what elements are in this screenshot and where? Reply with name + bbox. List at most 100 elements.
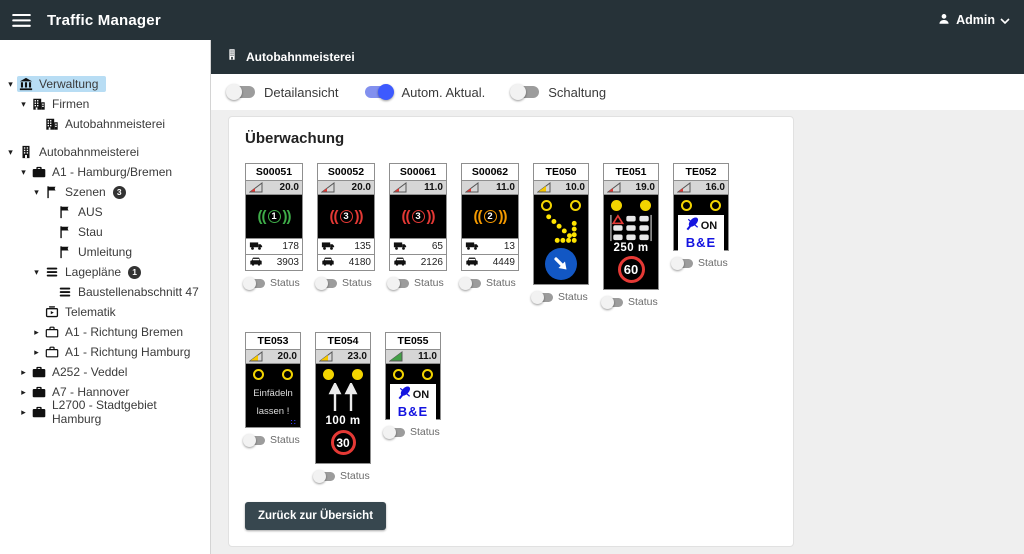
open-lanes-arrows: [325, 383, 361, 413]
layers-icon: [58, 285, 72, 299]
status-toggle[interactable]: [533, 293, 553, 302]
lamp: [352, 369, 363, 380]
tree-expand-arrow[interactable]: ▾: [4, 79, 17, 90]
sidebar-item-a252-veddel[interactable]: ▸ A252 - Veddel: [0, 362, 210, 382]
sign-TE055[interactable]: TE055 11.0 ON B: [385, 332, 441, 438]
tree-expand-arrow[interactable]: ▾: [4, 147, 17, 158]
signal-value: 16.0: [706, 182, 725, 193]
sidebar-item-l2700-stadtgebiet-hamburg[interactable]: ▸ L2700 - Stadtgebiet Hamburg: [0, 402, 210, 422]
tree-expand-arrow[interactable]: ▸: [17, 367, 30, 378]
car-icon: [393, 256, 407, 270]
sidebar-item-a1-richtung-bremen[interactable]: ▸ A1 - Richtung Bremen: [0, 322, 210, 342]
sidebar-item-a1-richtung-hamburg[interactable]: ▸ A1 - Richtung Hamburg: [0, 342, 210, 362]
sidebar-item-stau[interactable]: Stau: [0, 222, 210, 242]
display-text-line1: Einfädeln: [253, 388, 293, 399]
status-label: Status: [342, 277, 372, 289]
signal-strength-icon: [393, 182, 407, 193]
sign-TE050[interactable]: TE050 10.0: [533, 163, 589, 303]
sign-TE052[interactable]: TE052 16.0 ON B: [673, 163, 729, 269]
sidebar-item-szenen[interactable]: ▾ Szenen 3: [0, 182, 210, 202]
toggle-schaltung[interactable]: [512, 86, 539, 98]
lamp: [282, 369, 293, 380]
signal-strength-icon: [249, 351, 263, 362]
sign-display: ((3)): [389, 195, 447, 239]
signal-strength-icon: [677, 182, 691, 193]
truck-count: 135: [354, 241, 371, 252]
sign-TE053[interactable]: TE053 20.0 Einfädeln lassen ! ::: [245, 332, 301, 446]
bank-icon: [19, 77, 33, 91]
status-toggle[interactable]: [245, 436, 265, 445]
flag-icon: [58, 245, 72, 259]
sidebar-item-verwaltung[interactable]: ▾ Verwaltung: [0, 74, 210, 94]
car-count: 3903: [277, 257, 299, 268]
tree-expand-arrow[interactable]: ▸: [30, 347, 43, 358]
sign-id: TE054: [315, 332, 371, 350]
status-toggle[interactable]: [603, 298, 623, 307]
sidebar-item-firmen[interactable]: ▾ Firmen: [0, 94, 210, 114]
status-toggle[interactable]: [389, 279, 409, 288]
tree-expand-arrow[interactable]: ▾: [30, 267, 43, 278]
sign-display: 100 m 30: [315, 364, 371, 464]
sidebar-item-telematik[interactable]: Telematik: [0, 302, 210, 322]
tree-expand-arrow[interactable]: ▾: [17, 99, 30, 110]
signal-strength-icon: [249, 182, 263, 193]
building-icon: [226, 48, 238, 66]
status-toggle[interactable]: [385, 428, 405, 437]
be-panel: ON B&E: [678, 215, 724, 251]
sidebar-item-aus[interactable]: AUS: [0, 202, 210, 222]
briefcase-icon: [32, 365, 46, 379]
sidebar-item-baustellenabschnitt-47[interactable]: Baustellenabschnitt 47: [0, 282, 210, 302]
tab-autobahnmeisterei[interactable]: Autobahnmeisterei: [211, 40, 1024, 74]
menu-icon[interactable]: [12, 14, 31, 27]
sidebar-item-autobahnmeisterei[interactable]: Autobahnmeisterei: [0, 114, 210, 134]
toggle-autom-aktual[interactable]: [365, 86, 392, 98]
radar-graphic: ((1)): [258, 208, 291, 225]
status-toggle[interactable]: [315, 472, 335, 481]
toolbar: Detailansicht Autom. Aktual. Schaltung: [211, 74, 1024, 110]
status-toggle[interactable]: [673, 259, 693, 268]
flag-icon: [58, 225, 72, 239]
tree-expand-arrow[interactable]: ▸: [30, 327, 43, 338]
toggle-detailansicht[interactable]: [228, 86, 255, 98]
car-count: 4180: [349, 257, 371, 268]
sign-S00061[interactable]: S00061 11.0 ((3)) 65: [389, 163, 447, 289]
flag-icon: [58, 205, 72, 219]
user-menu[interactable]: Admin: [937, 12, 1010, 29]
sidebar-item-a1-hamburg-bremen[interactable]: ▾ A1 - Hamburg/Bremen: [0, 162, 210, 182]
app-header: Traffic Manager Admin: [0, 0, 1024, 40]
tree-expand-arrow[interactable]: ▾: [17, 167, 30, 178]
truck-count: 65: [432, 241, 443, 252]
sign-TE054[interactable]: TE054 23.0: [315, 332, 371, 482]
sign-S00052[interactable]: S00052 20.0 ((3)) 135: [317, 163, 375, 289]
briefcase-icon: [32, 405, 46, 419]
sidebar-item-label: Autobahnmeisterei: [39, 145, 139, 159]
tree-expand-arrow[interactable]: ▸: [17, 407, 30, 418]
count-badge: 1: [128, 266, 141, 279]
sidebar-item-umleitung[interactable]: Umleitung: [0, 242, 210, 262]
sign-S00062[interactable]: S00062 11.0 ((2)) 13: [461, 163, 519, 289]
sign-id: TE052: [673, 163, 729, 181]
sign-id: TE055: [385, 332, 441, 350]
sidebar-item-label: Stau: [78, 225, 103, 239]
lamp: [640, 200, 651, 211]
status-toggle[interactable]: [317, 279, 337, 288]
status-toggle[interactable]: [461, 279, 481, 288]
count-badge: 3: [113, 186, 126, 199]
lamp: [393, 369, 404, 380]
car-icon: [321, 256, 335, 270]
status-toggle[interactable]: [245, 279, 265, 288]
truck-icon: [393, 240, 407, 254]
status-label: Status: [270, 434, 300, 446]
sidebar-item-autobahnmeisterei[interactable]: ▾ Autobahnmeisterei: [0, 142, 210, 162]
back-to-overview-button[interactable]: Zurück zur Übersicht: [245, 502, 386, 530]
on-label: ON: [701, 220, 718, 232]
sign-TE051[interactable]: TE051 19.0: [603, 163, 659, 308]
distance-text: 250 m: [613, 242, 648, 255]
tree-expand-arrow[interactable]: ▸: [17, 387, 30, 398]
sidebar-item-lagepläne[interactable]: ▾ Lagepläne 1: [0, 262, 210, 282]
tree-expand-arrow[interactable]: ▾: [30, 187, 43, 198]
sidebar-item-label: L2700 - Stadtgebiet Hamburg: [52, 398, 202, 426]
truck-icon: [249, 240, 263, 254]
car-count: 4449: [493, 257, 515, 268]
sign-S00051[interactable]: S00051 20.0 ((1)) 178: [245, 163, 303, 289]
